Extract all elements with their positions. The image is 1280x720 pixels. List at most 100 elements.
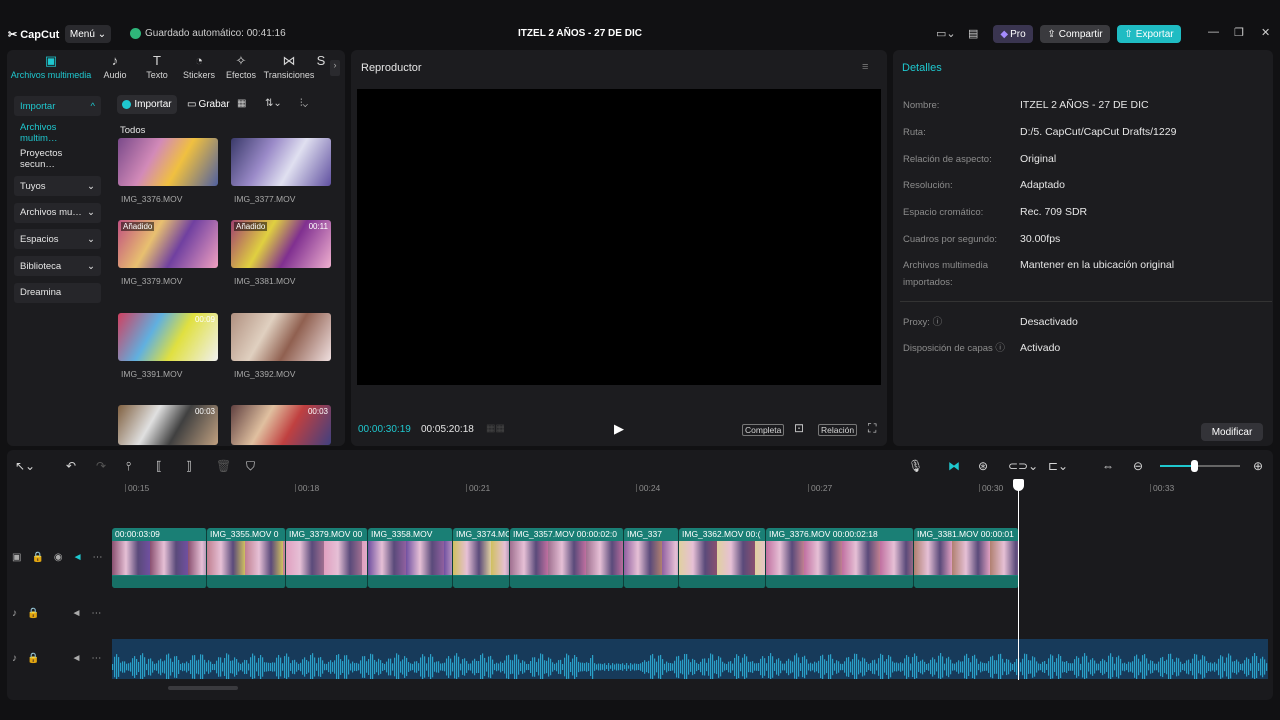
close-icon[interactable]: ✕ — [1261, 26, 1270, 39]
more-icon[interactable]: ⋯ — [93, 552, 103, 563]
media-thumbnail[interactable]: Añadido — [118, 220, 218, 268]
export-button[interactable]: ⇧ Exportar — [1117, 25, 1181, 43]
snapshot-icon[interactable]: ⊡ — [794, 421, 804, 435]
waveform-bar — [416, 661, 418, 673]
media-thumbnail[interactable] — [231, 313, 331, 361]
timeline-clip[interactable]: 00:00:03:09 — [112, 528, 207, 588]
timeline-clip[interactable]: IMG_3379.MOV 00 — [286, 528, 368, 588]
filter-icon[interactable]: ⫶⌄ — [300, 98, 308, 109]
nav-item[interactable]: Espacios ⌄ — [14, 229, 101, 250]
nav-item[interactable]: Tuyos ⌄ — [14, 176, 101, 197]
playhead-handle[interactable] — [1013, 479, 1024, 491]
media-thumbnail[interactable]: 00:03 — [231, 405, 331, 445]
waveform-bar — [828, 654, 830, 680]
fit-icon[interactable]: ⇔ — [1102, 459, 1114, 473]
zoom-in-icon[interactable]: ⊕ — [1253, 459, 1263, 473]
timeline-clip[interactable]: IMG_3355.MOV 0 — [207, 528, 286, 588]
volume-icon[interactable]: ◄ — [71, 653, 81, 664]
redo-icon[interactable]: ↷ — [96, 459, 106, 473]
tab-text[interactable]: T Texto — [136, 54, 178, 88]
waveform-bar — [604, 663, 606, 671]
timeline-ruler[interactable]: 00:15 00:18 00:21 00:24 00:27 00:30 00:33 — [112, 480, 1268, 494]
pro-button[interactable]: ◆ Pro — [993, 25, 1033, 43]
mute-icon[interactable]: ◄ — [73, 552, 83, 563]
tabs-next-icon[interactable]: › — [330, 60, 340, 76]
undo-icon[interactable]: ↶ — [66, 459, 76, 473]
nav-item[interactable]: Importar ^ — [14, 96, 101, 116]
modify-button[interactable]: Modificar — [1201, 423, 1263, 441]
timeline-clip[interactable]: IMG_3357.MOV 00:00:02:0 — [510, 528, 624, 588]
waveform-bar — [1142, 655, 1144, 679]
timeline-clip[interactable]: IMG_3374.MC — [453, 528, 510, 588]
fullscreen-icon[interactable]: ⛶ — [868, 421, 876, 436]
select-tool-icon[interactable]: ↖⌄ — [15, 459, 35, 473]
media-thumbnail[interactable]: 00:09 — [118, 313, 218, 361]
lock-icon[interactable]: 🔒 — [27, 608, 39, 619]
timeline-clip[interactable]: IMG_3381.MOV 00:00:01 — [914, 528, 1019, 588]
lock-icon[interactable]: 🔒 — [27, 653, 39, 664]
timeline-clip[interactable]: IMG_337 — [624, 528, 679, 588]
zoom-slider-handle[interactable] — [1191, 460, 1198, 472]
ratio-button[interactable]: Relación — [818, 424, 858, 436]
split-left-icon[interactable]: ⟦ — [156, 459, 162, 473]
nav-item[interactable]: Proyectos secun… — [14, 148, 101, 170]
sort-icon[interactable]: ⇅⌄ — [265, 98, 282, 109]
preview-axis-icon[interactable]: ⊏⌄ — [1048, 459, 1068, 473]
media-thumbnail[interactable]: Añadido 00:11 — [231, 220, 331, 268]
lock-icon[interactable]: 🔒 — [31, 552, 43, 563]
tab-transitions[interactable]: ⋈ Transiciones — [262, 54, 316, 88]
media-thumbnail[interactable]: 00:03 — [118, 405, 218, 445]
cover-icon[interactable]: ▣ — [12, 552, 21, 563]
music-clip[interactable] — [112, 639, 1268, 681]
playhead[interactable] — [1018, 480, 1019, 680]
magnet-icon[interactable]: ⧓ — [948, 459, 960, 473]
tab-sticker[interactable]: ◔ Stickers — [178, 54, 220, 88]
full-quality-button[interactable]: Completa — [742, 424, 785, 436]
tab-media[interactable]: ▣ Archivos multimedia — [8, 54, 94, 88]
timeline-clip[interactable]: IMG_3358.MOV — [368, 528, 453, 588]
eye-icon[interactable]: ◉ — [54, 552, 63, 563]
nav-item[interactable]: Biblioteca ⌄ — [14, 256, 101, 277]
shield-icon[interactable]: ⛉ — [246, 459, 255, 474]
layout-icon[interactable]: ▭⌄ — [936, 27, 956, 40]
split-right-icon[interactable]: ⟧ — [186, 459, 192, 473]
chain-icon[interactable]: ⊂⊃⌄ — [1008, 459, 1038, 473]
record-button[interactable]: ▭ Grabar — [187, 95, 230, 114]
microphone-icon[interactable]: 🎙 — [908, 459, 923, 473]
zoom-out-icon[interactable]: ⊖ — [1133, 459, 1143, 473]
minimize-icon[interactable]: — — [1208, 26, 1219, 38]
split-icon[interactable]: ⫯ — [126, 459, 131, 474]
grid-view-icon[interactable]: ▦ — [237, 98, 246, 109]
layers-value[interactable]: Activado — [1020, 342, 1260, 354]
import-button[interactable]: Importar — [117, 95, 177, 114]
timeline-clip[interactable]: IMG_3376.MOV 00:00:02:18 — [766, 528, 914, 588]
waveform-bar — [620, 664, 622, 670]
tab-more[interactable]: S — [316, 54, 326, 88]
tab-audio[interactable]: ♪ Audio — [94, 54, 136, 88]
volume-icon[interactable]: ◄ — [71, 608, 81, 619]
proxy-value[interactable]: Desactivado — [1020, 316, 1260, 328]
play-icon[interactable]: ▶ — [614, 421, 624, 437]
timeline-scrollbar[interactable] — [168, 686, 238, 690]
more-icon[interactable]: ⋯ — [91, 608, 101, 619]
player-menu-icon[interactable]: ≡ — [862, 61, 868, 73]
waveform-bar — [324, 663, 326, 671]
restore-icon[interactable]: ❐ — [1234, 26, 1244, 39]
shortcuts-icon[interactable]: ▤ — [968, 27, 978, 40]
waveform-bar — [460, 663, 462, 671]
media-thumbnail[interactable] — [118, 138, 218, 186]
nav-item[interactable]: Archivos multim… — [14, 122, 101, 144]
delete-icon[interactable]: 🗑 — [216, 459, 231, 473]
tab-effects[interactable]: ✧ Efectos — [220, 54, 262, 88]
waveform-bar — [512, 660, 514, 674]
timeline-clip[interactable]: IMG_3362.MOV 00:( — [679, 528, 766, 588]
media-thumbnail[interactable] — [231, 138, 331, 186]
link-icon[interactable]: ⊛ — [978, 459, 988, 473]
menu-button[interactable]: Menú ⌄ — [65, 25, 111, 43]
more-icon[interactable]: ⋯ — [91, 653, 101, 664]
nav-item[interactable]: Dreamina — [14, 282, 101, 303]
share-button[interactable]: ⇪ Compartir — [1040, 25, 1110, 43]
nav-item[interactable]: Archivos mu… ⌄ — [14, 202, 101, 223]
waveform-bar — [1218, 658, 1220, 676]
video-preview[interactable] — [357, 89, 881, 385]
